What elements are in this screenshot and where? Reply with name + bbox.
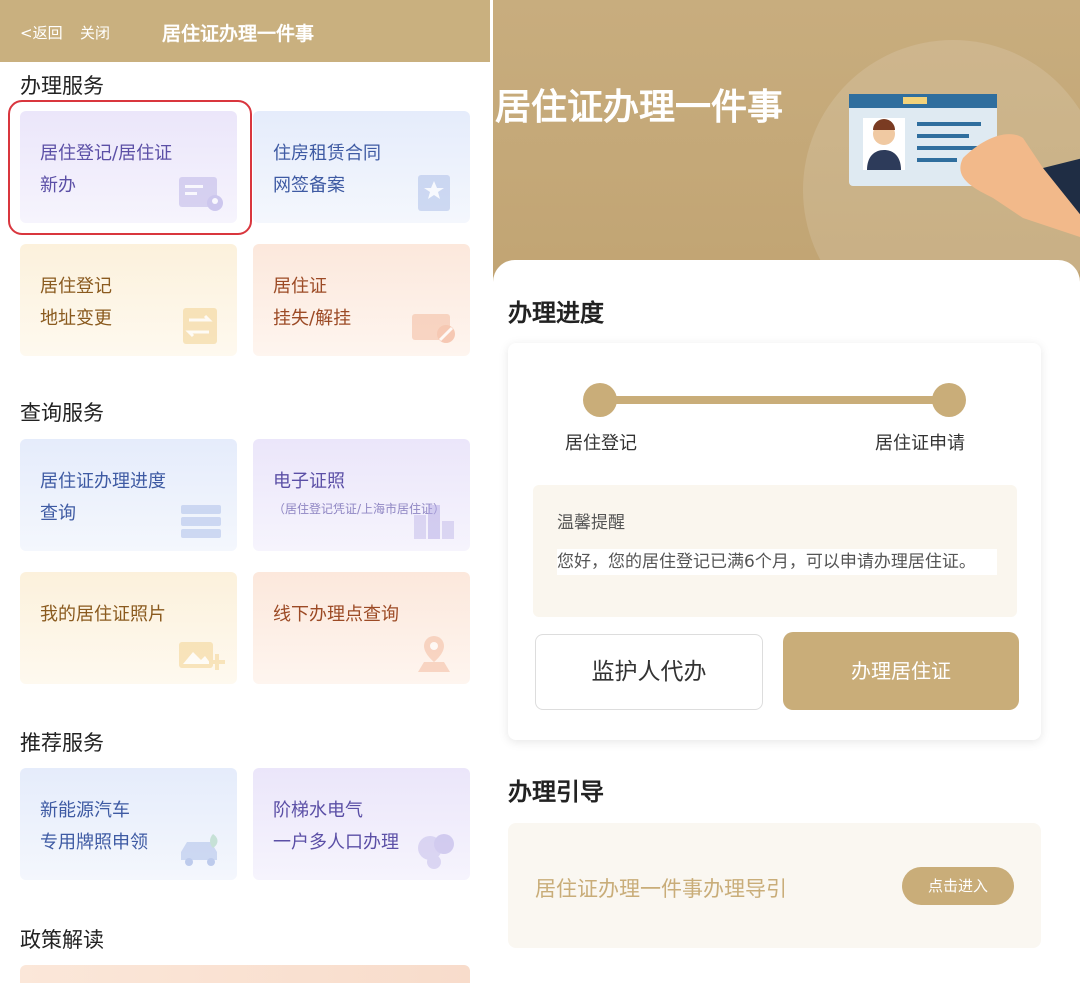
policy-card[interactable] bbox=[20, 965, 470, 983]
progress-heading: 办理进度 bbox=[508, 299, 604, 327]
card-label: 专用牌照申领 bbox=[40, 832, 148, 853]
section-title-policy: 政策解读 bbox=[20, 928, 104, 952]
page-title: 居住证办理一件事 bbox=[162, 23, 315, 45]
card-utility-tier[interactable]: 阶梯水电气 一户多人口办理 bbox=[253, 768, 470, 880]
chart-icon bbox=[414, 505, 454, 539]
step-label-permit-application: 居住证申请 bbox=[875, 433, 965, 454]
left-panel: <返回 关闭 居住证办理一件事 办理服务 居住登记/居住证 新办 住房租赁合同 … bbox=[0, 0, 490, 983]
close-button[interactable]: 关闭 bbox=[80, 22, 110, 43]
card-label: 地址变更 bbox=[40, 308, 112, 329]
card-address-change[interactable]: 居住登记 地址变更 bbox=[20, 244, 237, 356]
card-offline-locations[interactable]: 线下办理点查询 bbox=[253, 572, 470, 684]
top-bar: <返回 关闭 居住证办理一件事 bbox=[0, 0, 490, 62]
card-my-photo[interactable]: 我的居住证照片 bbox=[20, 572, 237, 684]
card-label: 新能源汽车 bbox=[40, 800, 130, 821]
card-label: 住房租赁合同 bbox=[273, 143, 381, 164]
back-button[interactable]: <返回 bbox=[20, 22, 63, 43]
reminder-text: 您好，您的居住登记已满6个月，可以申请办理居住证。 bbox=[557, 549, 997, 575]
card-label: 我的居住证照片 bbox=[40, 604, 166, 625]
section-title-query: 查询服务 bbox=[20, 401, 104, 425]
apply-permit-button[interactable]: 办理居住证 bbox=[783, 632, 1019, 710]
enter-guide-button[interactable]: 点击进入 bbox=[902, 867, 1014, 905]
banner: 居住证办理一件事 bbox=[493, 0, 1080, 290]
step-dot-2 bbox=[932, 383, 966, 417]
water-drop-icon bbox=[418, 834, 454, 869]
card-label: 线下办理点查询 bbox=[273, 604, 399, 625]
guardian-proxy-button[interactable]: 监护人代办 bbox=[535, 634, 763, 710]
card-label: 网签备案 bbox=[273, 175, 345, 196]
car-icon bbox=[181, 834, 218, 866]
progress-track bbox=[596, 396, 961, 404]
card-lost-report[interactable]: 居住证 挂失/解挂 bbox=[253, 244, 470, 356]
card-label: 查询 bbox=[40, 503, 76, 524]
card-progress-query[interactable]: 居住证办理进度 查询 bbox=[20, 439, 237, 551]
card-label: 挂失/解挂 bbox=[273, 308, 352, 329]
card-rental-contract[interactable]: 住房租赁合同 网签备案 bbox=[253, 111, 470, 223]
step-label-registration: 居住登记 bbox=[565, 433, 637, 454]
step-dot-1 bbox=[583, 383, 617, 417]
guide-heading: 办理引导 bbox=[508, 778, 604, 806]
card-label: 阶梯水电气 bbox=[273, 800, 363, 821]
card-label: 一户多人口办理 bbox=[273, 832, 399, 853]
section-title-recommend: 推荐服务 bbox=[20, 731, 104, 755]
guide-card[interactable]: 居住证办理一件事办理导引 点击进入 bbox=[508, 823, 1041, 948]
photo-add-icon bbox=[179, 642, 225, 670]
section-title-handle: 办理服务 bbox=[20, 74, 104, 98]
card-label: 居住登记 bbox=[40, 276, 112, 297]
banner-title: 居住证办理一件事 bbox=[495, 87, 784, 128]
reminder-box: 温馨提醒 您好，您的居住登记已满6个月，可以申请办理居住证。 bbox=[533, 485, 1017, 617]
card-label: 电子证照 bbox=[273, 471, 345, 492]
card-label: 居住证 bbox=[273, 276, 327, 297]
right-panel: 居住证办理一件事 办理进度 居住登记 居住证申请 温馨提醒 您好，您的居住登记已… bbox=[493, 0, 1080, 983]
reminder-title: 温馨提醒 bbox=[557, 513, 625, 533]
guide-title: 居住证办理一件事办理导引 bbox=[535, 877, 787, 901]
list-icon bbox=[181, 505, 221, 538]
card-label: 居住证办理进度 bbox=[40, 471, 166, 492]
progress-card: 居住登记 居住证申请 温馨提醒 您好，您的居住登记已满6个月，可以申请办理居住证… bbox=[508, 343, 1041, 740]
location-pin-icon bbox=[418, 636, 450, 672]
card-ev-plate[interactable]: 新能源汽车 专用牌照申领 bbox=[20, 768, 237, 880]
card-block-icon bbox=[412, 314, 455, 343]
id-card-hand-illustration bbox=[849, 94, 1080, 237]
card-e-license[interactable]: 电子证照 （居住登记凭证/上海市居住证） bbox=[253, 439, 470, 551]
star-document-icon bbox=[418, 175, 450, 211]
selection-highlight bbox=[8, 100, 252, 235]
swap-document-icon bbox=[183, 308, 217, 344]
